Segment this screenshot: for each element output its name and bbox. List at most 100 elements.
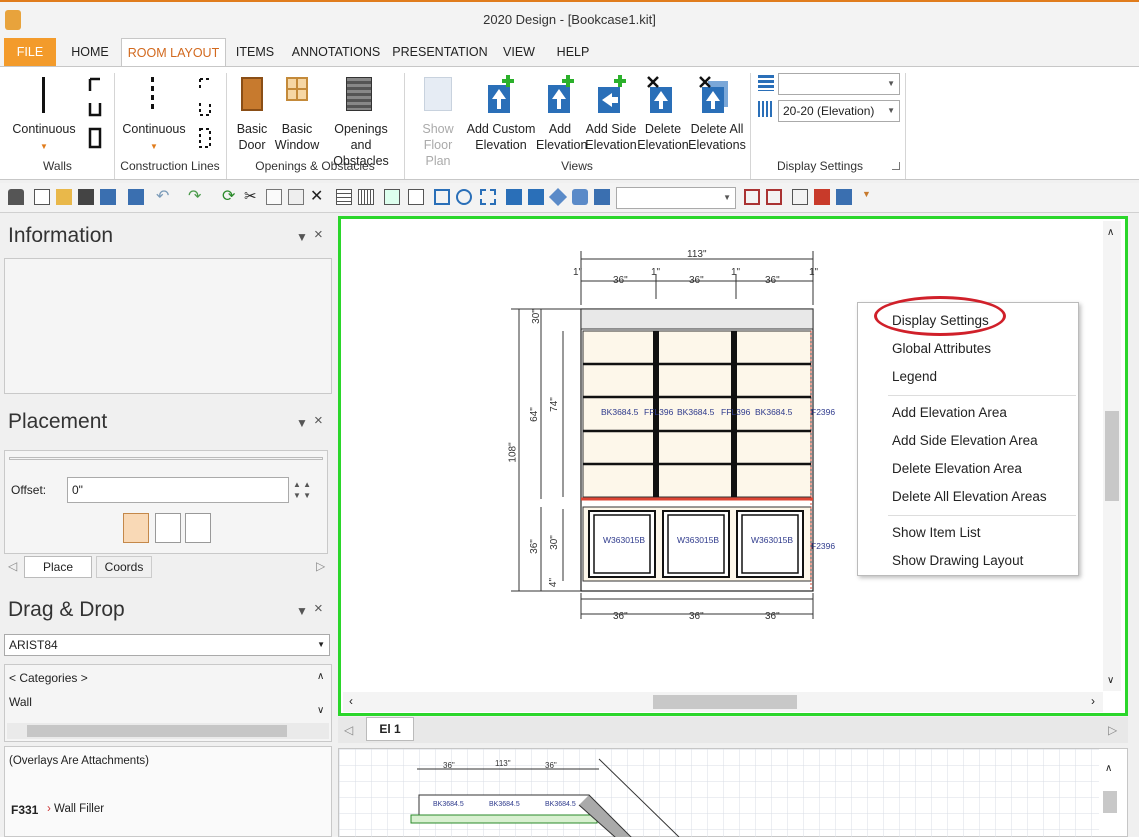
tab-place[interactable]: Place <box>24 556 92 578</box>
tab-elevation-1[interactable]: El 1 <box>366 717 414 741</box>
zoom-window-icon[interactable] <box>480 189 496 205</box>
list-icon[interactable] <box>336 189 352 205</box>
barcode-icon[interactable] <box>358 189 374 205</box>
lock-icon[interactable] <box>8 189 24 205</box>
offset-input[interactable]: 0" <box>67 477 289 503</box>
open-folder-icon[interactable] <box>56 189 72 205</box>
basic-door-button[interactable]: Basic Door <box>230 121 274 153</box>
scroll-up-icon[interactable]: ∧ <box>317 671 324 682</box>
vertical-scrollbar[interactable]: ∧ ∨ <box>1103 221 1121 691</box>
paste-icon[interactable] <box>288 189 304 205</box>
add-side-elevation-button[interactable]: Add Side Elevation <box>584 121 638 153</box>
redo-icon[interactable]: ↷ <box>188 189 204 205</box>
catalog-select[interactable]: ARIST84 ▼ <box>4 634 330 656</box>
scroll-down-icon[interactable]: ∨ <box>1107 675 1114 686</box>
help-icon[interactable] <box>836 189 852 205</box>
display-combo-1[interactable]: ▼ <box>778 73 900 95</box>
elevation-view-icon[interactable] <box>506 189 522 205</box>
pin-icon[interactable]: ▼ <box>296 604 308 618</box>
delete-all-elevations-button[interactable]: Delete All Elevations <box>688 121 746 153</box>
tab-presentation[interactable]: PRESENTATION <box>392 38 488 66</box>
place-here-icon[interactable] <box>123 513 149 543</box>
3d-view-icon[interactable] <box>548 187 568 207</box>
categories-item[interactable]: < Categories > <box>9 671 88 685</box>
tab-help[interactable]: HELP <box>552 38 594 66</box>
tab-items[interactable]: ITEMS <box>230 38 280 66</box>
delete-icon[interactable]: ✕ <box>310 189 326 205</box>
continuous-wall-button[interactable]: Continuous <box>8 121 80 137</box>
tab-room-layout[interactable]: ROOM LAYOUT <box>121 38 226 68</box>
customize-icon[interactable]: ▼ <box>862 189 878 205</box>
tab-scroll-left-icon[interactable]: ◁ <box>344 723 353 737</box>
close-icon[interactable]: × <box>314 226 323 243</box>
scroll-thumb[interactable] <box>27 725 287 737</box>
tab-scroll-left-icon[interactable]: ◁ <box>8 559 17 573</box>
perspective-icon[interactable] <box>594 189 610 205</box>
scroll-thumb[interactable] <box>1103 791 1117 813</box>
cube-icon[interactable] <box>572 189 588 205</box>
scroll-left-icon[interactable]: ‹ <box>349 694 353 708</box>
close-icon[interactable]: × <box>314 412 323 429</box>
menu-delete-all-elevation-areas[interactable]: Delete All Elevation Areas <box>892 489 1047 504</box>
zoom-extents-icon[interactable] <box>434 189 450 205</box>
item-code[interactable]: F331 <box>11 803 38 817</box>
add-elevation-button[interactable]: Add Elevation <box>536 121 587 153</box>
tab-file[interactable]: FILE <box>4 38 56 66</box>
tab-home[interactable]: HOME <box>62 38 118 66</box>
save-icon[interactable] <box>78 189 94 205</box>
close-icon[interactable]: × <box>314 600 323 617</box>
copy-icon[interactable] <box>266 189 282 205</box>
dialog-launcher-icon[interactable] <box>892 162 900 170</box>
menu-add-side-elevation-area[interactable]: Add Side Elevation Area <box>892 433 1038 448</box>
calculator-icon[interactable] <box>384 189 400 205</box>
dimension-icon[interactable] <box>744 189 760 205</box>
chevron-down-icon[interactable]: ▼ <box>38 139 50 155</box>
chevron-down-icon[interactable]: ▼ <box>148 139 160 155</box>
menu-global-attributes[interactable]: Global Attributes <box>892 341 991 356</box>
floor-plan-view[interactable]: 36" 113" 36" BK3684.5 BK3684.5 BK3684.5 … <box>338 748 1128 837</box>
tab-annotations[interactable]: ANNOTATIONS <box>290 38 382 66</box>
zoom-icon[interactable] <box>456 189 472 205</box>
scroll-up-icon[interactable]: ∧ <box>1105 763 1112 774</box>
render-mode-icon[interactable] <box>758 101 774 117</box>
construction-shapes-icon[interactable] <box>196 75 214 151</box>
place-next-icon[interactable] <box>155 513 181 543</box>
item-name[interactable]: › Wall Filler <box>47 803 104 815</box>
toolbox-icon[interactable] <box>814 189 830 205</box>
pin-icon[interactable]: ▼ <box>296 230 308 244</box>
cut-icon[interactable]: ✂ <box>244 189 260 205</box>
tab-coords[interactable]: Coords <box>96 556 152 578</box>
side-view-icon[interactable] <box>528 189 544 205</box>
tab-scroll-right-icon[interactable]: ▷ <box>316 559 325 573</box>
delete-elevation-button[interactable]: Delete Elevation <box>636 121 690 153</box>
continuous-construction-button[interactable]: Continuous <box>118 121 190 137</box>
scroll-right-icon[interactable]: › <box>1091 694 1095 708</box>
tab-view[interactable]: VIEW <box>498 38 540 66</box>
layers-icon[interactable] <box>758 75 774 91</box>
menu-show-drawing-layout[interactable]: Show Drawing Layout <box>892 553 1023 568</box>
menu-legend[interactable]: Legend <box>892 369 937 384</box>
refresh-icon[interactable]: ⟳ <box>222 189 238 205</box>
toolbar-combo[interactable]: ▼ <box>616 187 736 209</box>
save-as-icon[interactable] <box>128 189 144 205</box>
category-wall[interactable]: Wall <box>9 695 32 709</box>
tab-scroll-right-icon[interactable]: ▷ <box>1108 723 1117 737</box>
layout-icon[interactable] <box>792 189 808 205</box>
new-file-icon[interactable] <box>34 189 50 205</box>
pin-icon[interactable]: ▼ <box>296 416 308 430</box>
menu-add-elevation-area[interactable]: Add Elevation Area <box>892 405 1007 420</box>
scroll-thumb[interactable] <box>653 695 797 709</box>
menu-delete-elevation-area[interactable]: Delete Elevation Area <box>892 461 1022 476</box>
scroll-down-icon[interactable]: ∨ <box>317 705 324 716</box>
horizontal-scrollbar[interactable]: ‹ › <box>343 692 1103 712</box>
menu-show-item-list[interactable]: Show Item List <box>892 525 981 540</box>
edit-icon[interactable] <box>100 189 116 205</box>
display-combo-2[interactable]: 20-20 (Elevation) ▼ <box>778 100 900 122</box>
undo-icon[interactable]: ↶ <box>156 189 172 205</box>
scroll-up-icon[interactable]: ∧ <box>1107 227 1114 238</box>
wall-shapes-icon[interactable] <box>86 75 104 151</box>
offset-stepper[interactable]: ▲ ▲ ▼ ▼ <box>293 479 311 501</box>
horizontal-scrollbar[interactable] <box>7 723 329 739</box>
dimension-all-icon[interactable] <box>766 189 782 205</box>
place-copy-icon[interactable] <box>185 513 211 543</box>
